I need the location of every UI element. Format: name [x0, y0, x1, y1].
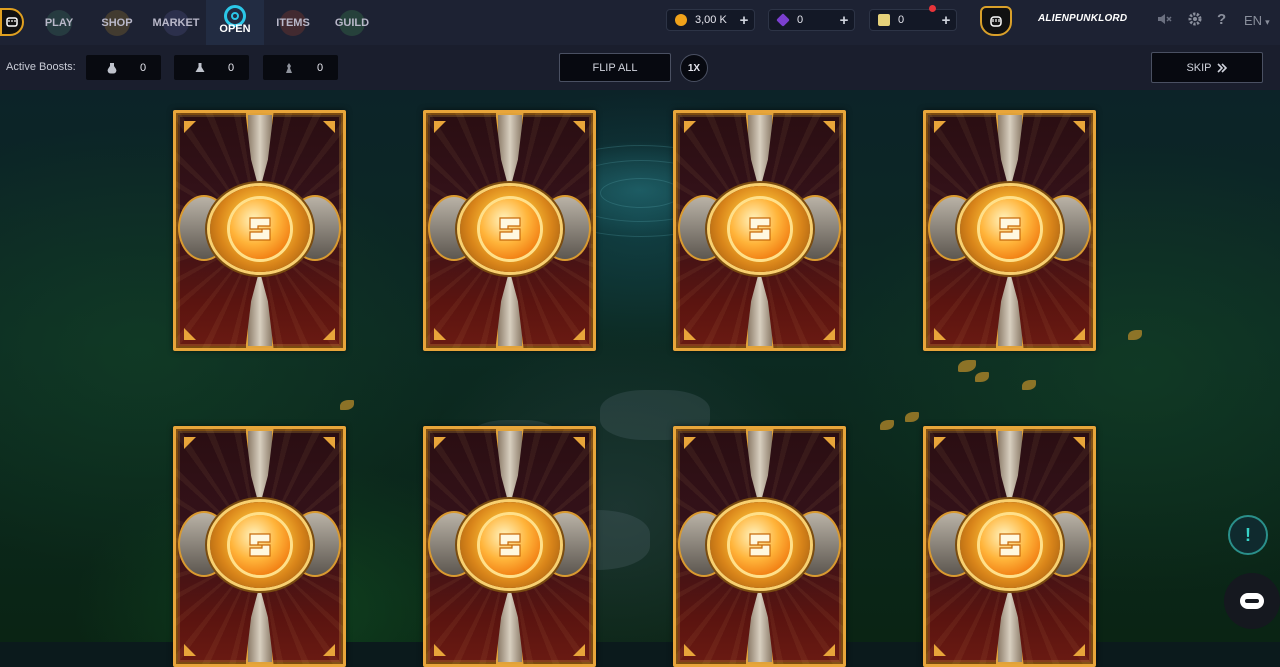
flask-icon [195, 62, 205, 72]
potion-icon [107, 62, 117, 73]
face-down-card[interactable] [673, 110, 846, 351]
username[interactable]: ALIENPUNKLORD [1038, 13, 1127, 24]
card-corner [573, 328, 585, 340]
card-corner [573, 121, 585, 133]
nav-items[interactable]: ITEMS [272, 0, 314, 45]
nav-shop[interactable]: SHOP [94, 0, 140, 45]
card-corner [1073, 437, 1085, 449]
card-corner [434, 437, 446, 449]
boost-slot-flask[interactable]: 0 [174, 55, 249, 80]
settings-gear-icon[interactable] [1187, 11, 1203, 31]
splinterlands-emblem-icon [245, 530, 275, 560]
card-corner [823, 328, 835, 340]
face-down-card[interactable] [173, 426, 346, 667]
card-corner [684, 328, 696, 340]
double-chevron-right-icon [1216, 62, 1227, 73]
speed-toggle-button[interactable]: 1X [680, 54, 708, 82]
gem-balance: 0 + [768, 9, 855, 31]
face-down-card[interactable] [423, 110, 596, 351]
card-corner [184, 644, 196, 656]
card-corner [573, 437, 585, 449]
alert-icon[interactable]: ! [1228, 515, 1268, 555]
splinterlands-emblem-icon [245, 214, 275, 244]
face-down-card[interactable] [923, 426, 1096, 667]
card-corner [684, 644, 696, 656]
face-down-card[interactable] [923, 110, 1096, 351]
add-gems-button[interactable]: + [834, 10, 854, 30]
purple-gem-icon [776, 13, 790, 27]
notification-dot [929, 5, 936, 12]
splinterlands-emblem-icon [745, 530, 775, 560]
active-boosts-label: Active Boosts: [6, 61, 76, 73]
ticket-icon [878, 14, 890, 26]
boost-slot-totem[interactable]: 0 [263, 55, 338, 80]
totem-icon [286, 62, 292, 73]
card-corner [323, 328, 335, 340]
card-corner [934, 328, 946, 340]
gold-coin-icon [675, 14, 687, 26]
chevron-down-icon: ▾ [1265, 17, 1270, 27]
splinterlands-emblem-icon [745, 214, 775, 244]
card-corner [1073, 328, 1085, 340]
face-down-card[interactable] [673, 426, 846, 667]
mute-icon[interactable] [1156, 11, 1172, 31]
face-down-card[interactable] [423, 426, 596, 667]
card-corner [934, 437, 946, 449]
card-corner [434, 644, 446, 656]
nav-guild[interactable]: GUILD [330, 0, 374, 45]
card-corner [573, 644, 585, 656]
card-corner [184, 121, 196, 133]
top-navigation-bar: PLAY SHOP MARKET OPEN ITEMS GUILD 3,00 K… [0, 0, 1280, 46]
card-corner [323, 644, 335, 656]
splinterlands-emblem-icon [495, 530, 525, 560]
card-corner [684, 437, 696, 449]
skip-button[interactable]: SKIP [1151, 52, 1263, 83]
add-tickets-button[interactable]: + [936, 10, 956, 30]
card-corner [934, 121, 946, 133]
flip-all-button[interactable]: FLIP ALL [559, 53, 671, 82]
splinterlands-emblem-icon [495, 214, 525, 244]
card-corner [323, 437, 335, 449]
language-selector[interactable]: EN ▾ [1244, 13, 1270, 28]
coin-balance: 3,00 K + [666, 9, 755, 31]
card-corner [823, 644, 835, 656]
card-corner [1073, 644, 1085, 656]
ticket-balance: 0 + [869, 9, 957, 31]
avatar[interactable] [980, 6, 1012, 36]
nav-market[interactable]: MARKET [150, 0, 202, 45]
boost-slot-potion[interactable]: 0 [86, 55, 161, 80]
splinterlands-logo-icon[interactable] [0, 8, 24, 36]
action-bar: Active Boosts: 0 0 0 FLIP ALL 1X SKIP [0, 45, 1280, 90]
splinterlands-emblem-icon [995, 530, 1025, 560]
card-corner [184, 437, 196, 449]
chat-button[interactable] [1224, 573, 1280, 629]
card-corner [823, 437, 835, 449]
card-corner [934, 644, 946, 656]
nav-open[interactable]: OPEN [206, 0, 264, 45]
chat-bubble-icon [1240, 593, 1264, 609]
nav-play[interactable]: PLAY [36, 0, 82, 45]
face-down-card[interactable] [173, 110, 346, 351]
card-corner [823, 121, 835, 133]
add-coins-button[interactable]: + [734, 10, 754, 30]
card-corner [434, 328, 446, 340]
card-corner [1073, 121, 1085, 133]
card-corner [323, 121, 335, 133]
card-corner [684, 121, 696, 133]
help-icon[interactable]: ? [1217, 11, 1226, 28]
card-corner [184, 328, 196, 340]
splinterlands-emblem-icon [995, 214, 1025, 244]
card-corner [434, 121, 446, 133]
